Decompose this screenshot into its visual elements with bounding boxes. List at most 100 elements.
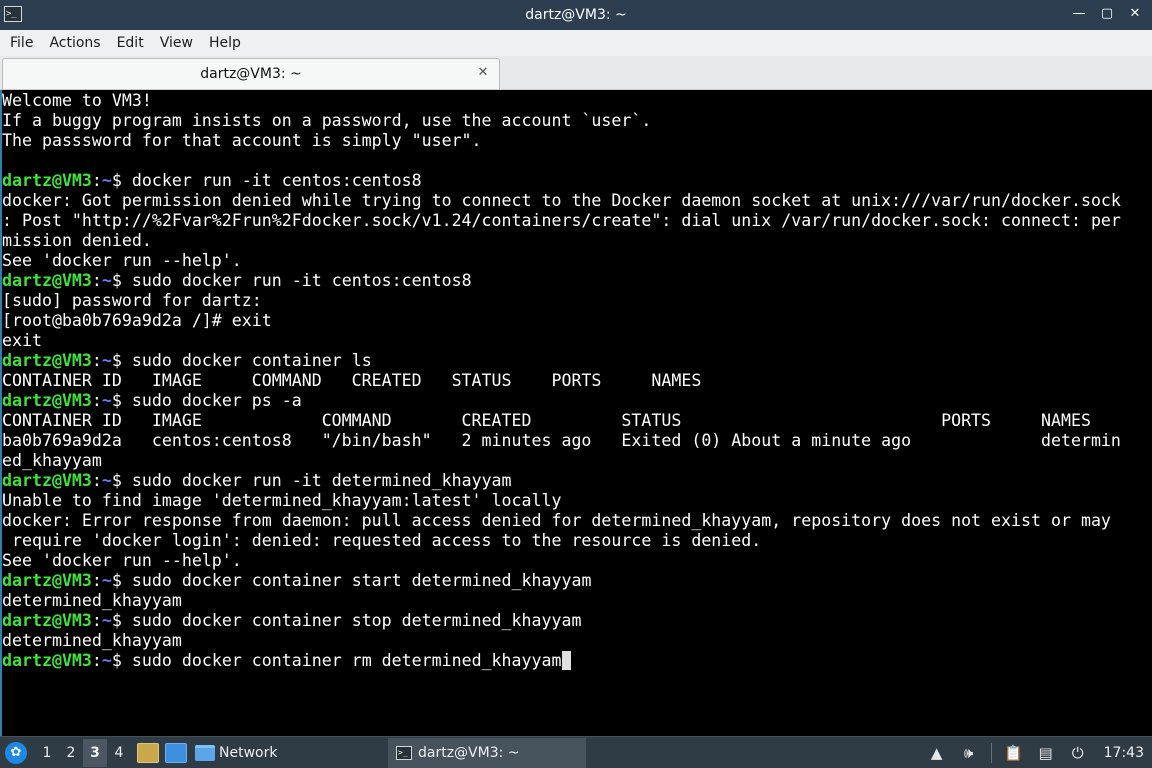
clock[interactable]: 17:43 — [1104, 745, 1144, 761]
prompt-user: dartz@VM3 — [2, 651, 92, 670]
prompt-symbol: $ — [111, 271, 122, 290]
terminal-text: Welcome to VM3! If a buggy program insist… — [2, 91, 1121, 671]
taskbar-task-terminal[interactable]: >_ dartz@VM3: ~ — [388, 738, 586, 768]
prompt-path: ~ — [101, 471, 112, 490]
terminal-output-line: : Post "http://%2Fvar%2Frun%2Fdocker.soc… — [2, 211, 1121, 230]
prompt-colon: : — [91, 571, 102, 590]
terminal-output-line: Welcome to VM3! — [2, 91, 152, 110]
workspace-switcher: 1 2 3 4 — [35, 738, 131, 767]
prompt-path: ~ — [101, 391, 112, 410]
prompt-symbol: $ — [111, 171, 122, 190]
window-controls: — ▢ ✕ — [1070, 5, 1144, 23]
prompt-colon: : — [91, 271, 102, 290]
network-label: Network — [219, 744, 278, 761]
terminal-command-line: dartz@VM3:~$ sudo docker container ls — [2, 351, 1121, 371]
task-label: dartz@VM3: ~ — [418, 745, 520, 761]
network-icon[interactable]: ▤ — [1036, 743, 1056, 763]
close-icon[interactable]: ✕ — [1126, 5, 1144, 23]
command-text: sudo docker run -it centos:centos8 — [121, 271, 472, 290]
prompt-user: dartz@VM3 — [2, 271, 92, 290]
prompt-symbol: $ — [111, 571, 122, 590]
prompt-path: ~ — [101, 571, 112, 590]
terminal-output-line: require 'docker login': denied: requeste… — [2, 531, 762, 550]
menu-view[interactable]: View — [152, 30, 201, 56]
workspace-1[interactable]: 1 — [35, 739, 59, 767]
power-icon[interactable]: ⏻ — [1068, 743, 1088, 763]
workspace-3[interactable]: 3 — [83, 738, 107, 767]
terminal-output-line: mission denied. — [2, 231, 152, 250]
prompt-colon: : — [91, 391, 102, 410]
clipboard-icon[interactable]: 📋 — [1004, 743, 1024, 763]
terminal-output-line: See 'docker run --help'. — [2, 251, 242, 270]
minimize-icon[interactable]: — — [1070, 5, 1088, 23]
prompt-path: ~ — [101, 271, 112, 290]
update-icon[interactable]: ▲ — [927, 743, 947, 763]
file-manager-icon[interactable] — [137, 742, 159, 763]
command-text: sudo docker container start determined_k… — [121, 571, 592, 590]
show-desktop-icon[interactable] — [165, 742, 187, 763]
terminal-output-line: Unable to find image 'determined_khayyam… — [2, 491, 562, 510]
terminal-output-line: See 'docker run --help'. — [2, 551, 242, 570]
tab-bar: dartz@VM3: ~ ✕ — [0, 56, 1152, 90]
prompt-symbol: $ — [111, 651, 122, 670]
prompt-user: dartz@VM3 — [2, 171, 92, 190]
prompt-colon: : — [91, 611, 102, 630]
command-text: sudo docker run -it determined_khayyam — [121, 471, 512, 490]
terminal-output-line: CONTAINER ID IMAGE COMMAND CREATED STATU… — [2, 371, 702, 390]
maximize-icon[interactable]: ▢ — [1098, 5, 1116, 23]
terminal-command-line: dartz@VM3:~$ sudo docker container start… — [2, 571, 1121, 591]
window-titlebar[interactable]: >_ dartz@VM3: ~ — ▢ ✕ — [0, 0, 1152, 30]
command-text: docker run -it centos:centos8 — [121, 171, 422, 190]
terminal-icon: >_ — [396, 746, 412, 760]
menu-file[interactable]: File — [2, 30, 41, 56]
terminal-output-line: ed_khayyam — [2, 451, 102, 470]
prompt-symbol: $ — [111, 471, 122, 490]
terminal-output-line: docker: Got permission denied while tryi… — [2, 191, 1121, 210]
menu-actions[interactable]: Actions — [41, 30, 108, 56]
folder-icon — [195, 744, 215, 761]
prompt-symbol: $ — [111, 391, 122, 410]
terminal-output-line: CONTAINER ID IMAGE COMMAND CREATED STATU… — [2, 411, 1091, 430]
terminal-icon[interactable]: >_ — [4, 6, 22, 22]
system-tray: ▲ 🕪 📋 ▤ ⏻ 17:43 — [927, 737, 1144, 768]
terminal-command-line: dartz@VM3:~$ docker run -it centos:cento… — [2, 171, 1121, 191]
prompt-symbol: $ — [111, 611, 122, 630]
prompt-user: dartz@VM3 — [2, 471, 92, 490]
prompt-colon: : — [91, 351, 102, 370]
terminal-command-line: dartz@VM3:~$ sudo docker container stop … — [2, 611, 1121, 631]
terminal-command-line: dartz@VM3:~$ sudo docker ps -a — [2, 391, 1121, 411]
command-text: sudo docker container stop determined_kh… — [121, 611, 582, 630]
terminal-output-line: [root@ba0b769a9d2a /]# exit — [2, 311, 272, 330]
terminal-output[interactable]: Welcome to VM3! If a buggy program insist… — [0, 90, 1152, 736]
terminal-output-line — [2, 151, 1121, 171]
text-cursor — [561, 651, 571, 670]
menu-help[interactable]: Help — [201, 30, 249, 56]
volume-icon[interactable]: 🕪 — [959, 743, 979, 763]
terminal-output-line: determined_khayyam — [2, 591, 182, 610]
prompt-colon: : — [91, 471, 102, 490]
start-menu-icon[interactable]: ✿ — [5, 741, 27, 764]
prompt-colon: : — [91, 651, 102, 670]
command-text: sudo docker container rm determined_khay… — [121, 651, 562, 670]
terminal-output-line: [sudo] password for dartz: — [2, 291, 262, 310]
prompt-path: ~ — [101, 611, 112, 630]
menu-edit[interactable]: Edit — [109, 30, 152, 56]
workspace-2[interactable]: 2 — [59, 739, 83, 767]
terminal-output-line: determined_khayyam — [2, 631, 182, 650]
tray-separator — [990, 743, 992, 763]
prompt-user: dartz@VM3 — [2, 611, 92, 630]
terminal-command-line: dartz@VM3:~$ sudo docker container rm de… — [2, 651, 1121, 671]
terminal-output-line: exit — [2, 331, 42, 350]
tab-terminal[interactable]: dartz@VM3: ~ ✕ — [2, 58, 500, 89]
prompt-user: dartz@VM3 — [2, 391, 92, 410]
close-icon[interactable]: ✕ — [475, 65, 491, 81]
prompt-symbol: $ — [111, 351, 122, 370]
window-title: dartz@VM3: ~ — [525, 7, 627, 23]
tab-label: dartz@VM3: ~ — [200, 66, 302, 82]
workspace-4[interactable]: 4 — [107, 739, 131, 767]
terminal-output-line: docker: Error response from daemon: pull… — [2, 511, 1111, 530]
network-launcher[interactable]: Network — [195, 744, 278, 761]
menu-bar: File Actions Edit View Help — [0, 30, 1152, 56]
prompt-path: ~ — [101, 171, 112, 190]
terminal-output-line: ba0b769a9d2a centos:centos8 "/bin/bash" … — [2, 431, 1121, 450]
